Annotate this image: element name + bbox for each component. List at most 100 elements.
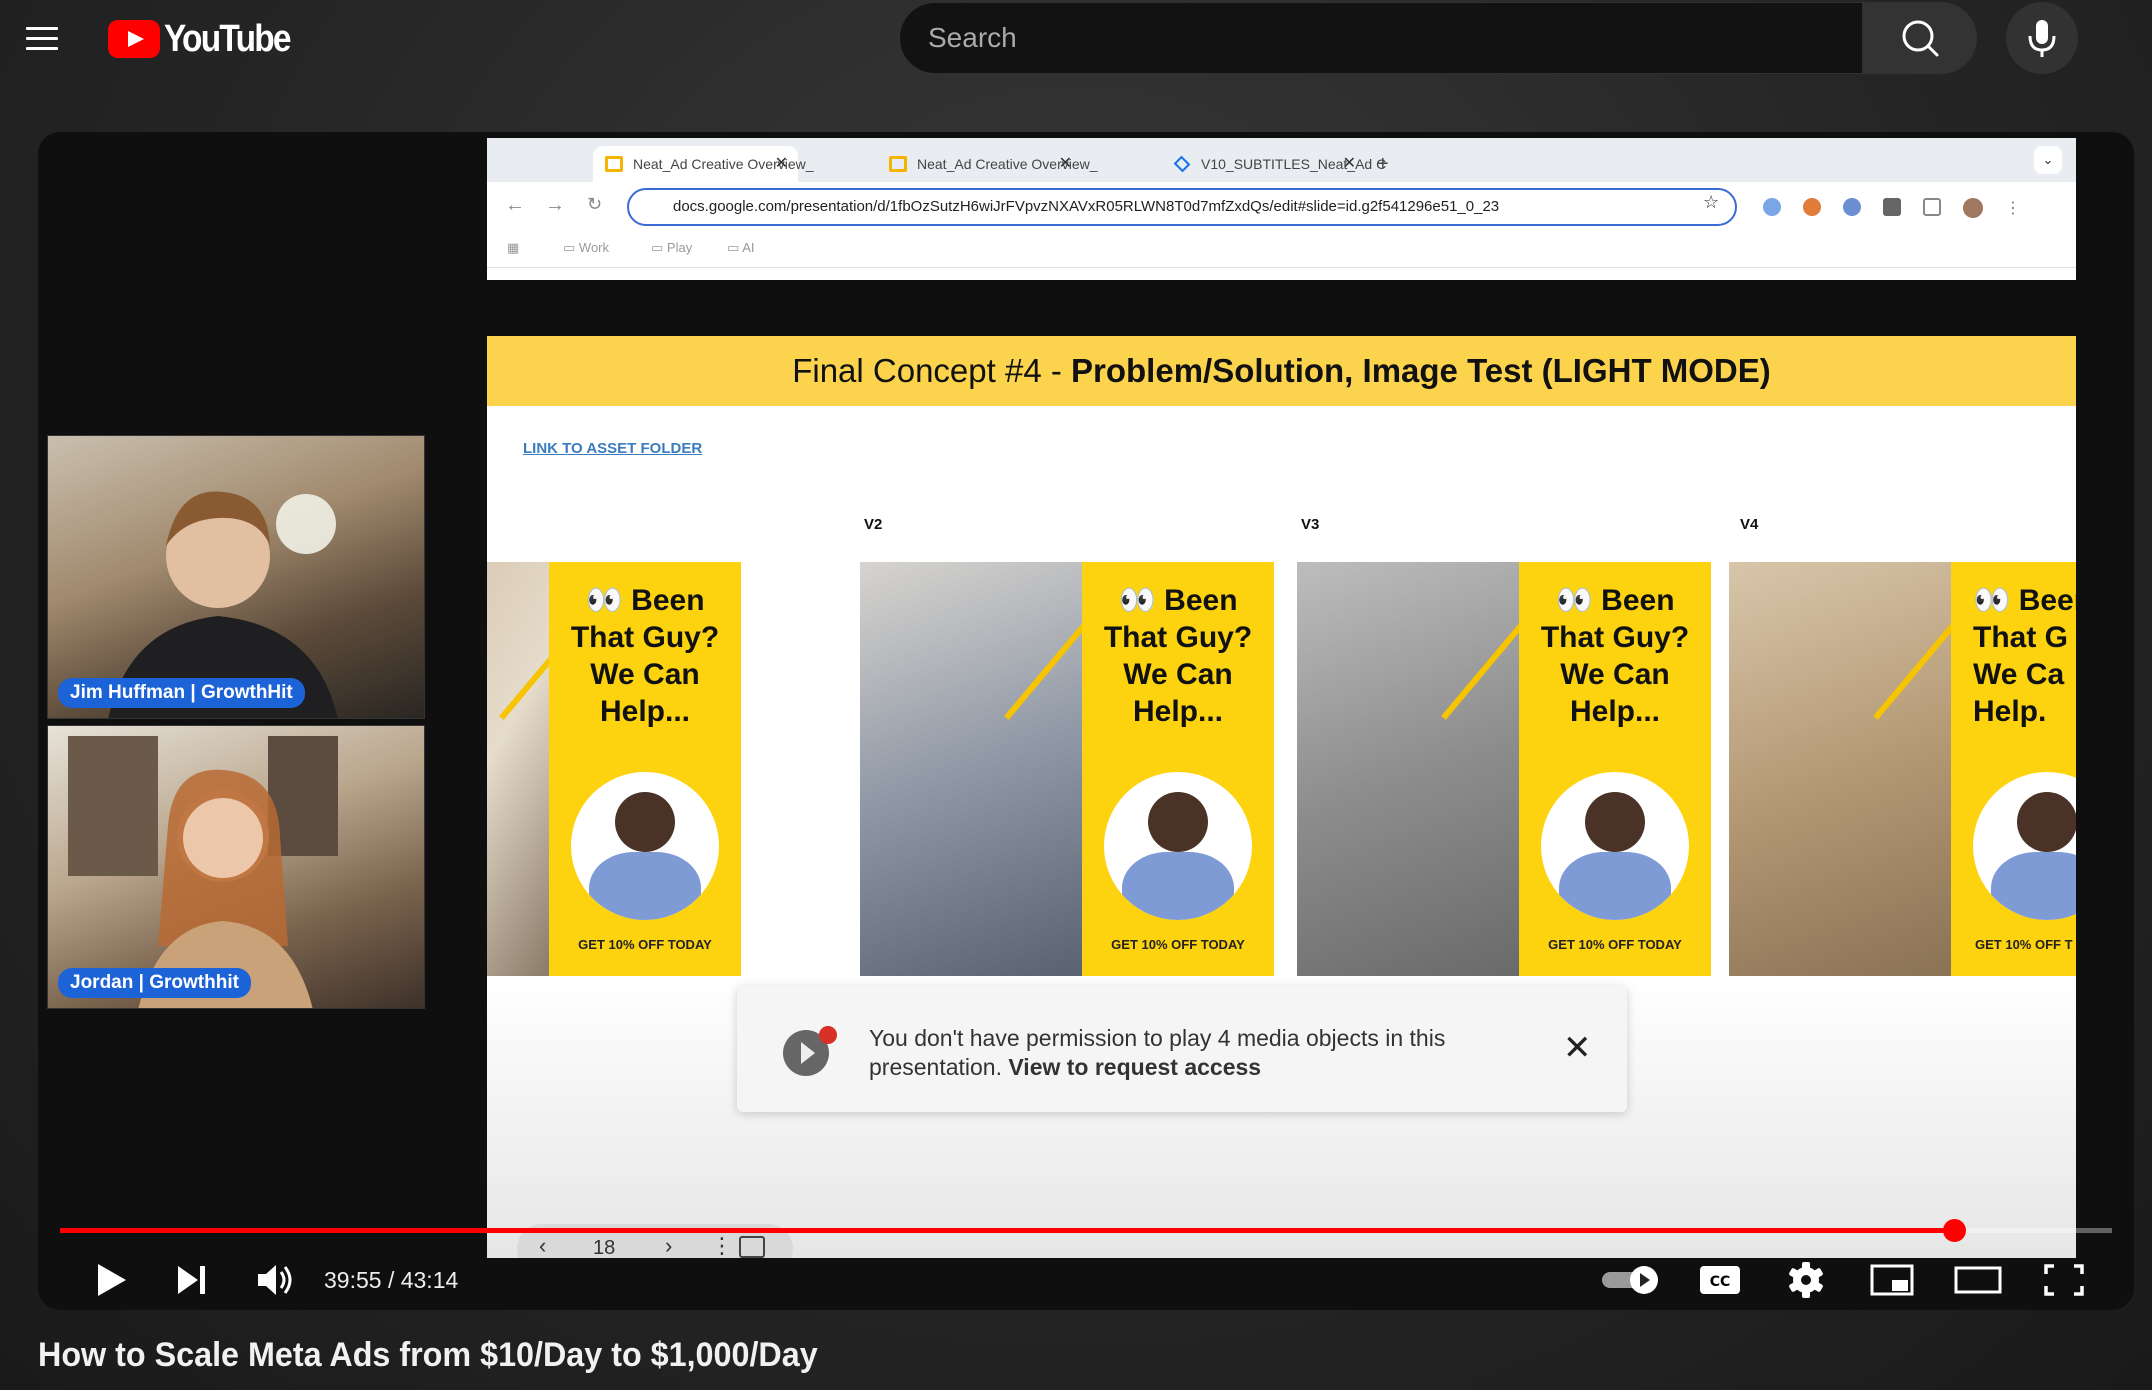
youtube-logo[interactable]: YouTube — [108, 18, 307, 60]
profile-avatar[interactable] — [1963, 198, 1983, 218]
ad-cta: GET 10% OFF TODAY — [1111, 937, 1245, 952]
reload-icon[interactable]: ↻ — [587, 194, 602, 215]
ad-headline: 👀 BeerThat GWe CaHelp. — [1951, 582, 2076, 730]
ad-cta: GET 10% OFF TODAY — [578, 937, 712, 952]
browser-toolbar: ← → ↻ docs.google.com/presentation/d/1fb… — [487, 182, 2076, 226]
bookmark-folder[interactable]: ▭ AI — [727, 240, 754, 256]
captions-button[interactable]: CC — [1690, 1252, 1750, 1308]
ad-circle-photo — [1973, 772, 2076, 920]
autoplay-toggle[interactable] — [1598, 1252, 1670, 1308]
version-label: V4 — [1740, 516, 1759, 533]
address-bar[interactable]: docs.google.com/presentation/d/1fbOzSutz… — [627, 188, 1737, 226]
ad-copy-line: Been — [631, 584, 705, 617]
extension-icon[interactable] — [1843, 198, 1861, 216]
ad-copy-line: Been — [1164, 584, 1238, 617]
puzzle-icon[interactable] — [1923, 198, 1941, 216]
ad-copy-line: Help... — [1569, 695, 1660, 728]
close-icon[interactable]: ✕ — [1563, 1028, 1592, 1068]
ad-copy-line: Help... — [599, 695, 690, 728]
more-vert-icon[interactable]: ⋮ — [2005, 198, 2021, 217]
ad-copy-line: We Can — [590, 658, 700, 691]
bookmark-label: Work — [578, 240, 610, 255]
permission-message: You don't have permission to play 4 medi… — [869, 1024, 1499, 1082]
search-input[interactable] — [900, 3, 1862, 73]
ad-copy-line: Beer — [2018, 584, 2076, 617]
masthead: YouTube — [0, 0, 2152, 78]
bookmark-folder[interactable]: ▭ Play — [651, 240, 692, 256]
theater-icon — [1954, 1266, 2002, 1294]
ad-copy-line: That Guy? — [570, 621, 720, 654]
slide-title-bold: Problem/Solution, Image Test (LIGHT MODE… — [1071, 352, 1771, 389]
ad-creative: 👀 Been That Guy? We Can Help... GET 10% OFF… — [860, 562, 1274, 976]
fullscreen-button[interactable] — [2034, 1252, 2094, 1308]
scrubber-handle[interactable] — [1942, 1219, 1966, 1242]
autoplay-icon — [1602, 1266, 1658, 1294]
webcam-tile: Jim Huffman | GrowthHit — [47, 435, 425, 719]
browser-tab-bar: Neat_Ad Creative Overview_ ✕ Neat_Ad Cre… — [487, 138, 2076, 182]
slide-title: Final Concept #4 - Problem/Solution, Ima… — [487, 336, 2076, 406]
apps-icon[interactable]: ▦ — [507, 240, 519, 256]
ad-panel: 👀 Been That Guy? We Can Help... GET 10% OFF… — [1082, 562, 1274, 976]
extension-icon[interactable] — [1763, 198, 1781, 216]
play-button[interactable] — [82, 1252, 138, 1308]
tab-label: V10_SUBTITLES_Neat_Ad C — [1201, 156, 1387, 172]
request-access-link[interactable]: View to request access — [1008, 1054, 1261, 1080]
miniplayer-button[interactable] — [1862, 1252, 1922, 1308]
url-text: docs.google.com/presentation/d/1fbOzSutz… — [673, 198, 1500, 215]
settings-button[interactable] — [1776, 1252, 1836, 1308]
theater-mode-button[interactable] — [1948, 1252, 2008, 1308]
next-button[interactable] — [164, 1252, 220, 1308]
ad-panel: 👀 Been That Guy? We Can Help... GET 10% OFF… — [549, 562, 741, 976]
close-tab-icon[interactable]: ✕ — [1343, 146, 1356, 182]
ad-cta: GET 10% OFF TODAY — [1548, 937, 1682, 952]
bookmark-star-icon[interactable]: ☆ — [1703, 192, 1719, 213]
ad-copy-line: We Can — [1123, 658, 1233, 691]
video-player[interactable]: Jim Huffman | GrowthHit Jordan | Growthh… — [38, 132, 2134, 1310]
ad-copy-line: Been — [1601, 584, 1675, 617]
asset-folder-link[interactable]: LINK TO ASSET FOLDER — [523, 440, 702, 457]
ad-copy-line: Help. — [1973, 695, 2047, 728]
close-tab-icon[interactable]: ✕ — [1059, 146, 1072, 182]
webcam-name-label: Jordan | Growthhit — [58, 968, 251, 998]
presentation-slide: Final Concept #4 - Problem/Solution, Ima… — [487, 336, 2076, 1258]
drive-icon — [1173, 155, 1191, 173]
volume-icon — [258, 1265, 292, 1295]
ad-copy-line: That Guy? — [1540, 621, 1690, 654]
voice-search-button[interactable] — [2006, 2, 2078, 74]
search-field[interactable] — [899, 2, 1863, 74]
forward-icon[interactable]: → — [545, 194, 565, 217]
slide-title-prefix: Final Concept #4 - — [792, 352, 1072, 389]
search-icon — [1902, 20, 1939, 57]
bookmark-folder[interactable]: ▭ Work — [563, 240, 609, 256]
ad-headline: 👀 Been That Guy? We Can Help... — [1540, 584, 1690, 728]
browser-tab[interactable]: V10_SUBTITLES_Neat_Ad C ✕ — [1161, 146, 1386, 182]
progress-bar[interactable] — [60, 1218, 2112, 1242]
ad-copy-line: That G — [1973, 621, 2068, 654]
back-icon[interactable]: ← — [505, 194, 525, 217]
slides-icon — [889, 156, 907, 172]
ad-creative: 👀 Been That Guy? We Can Help... GET 10% OFF… — [487, 562, 741, 976]
ad-copy-line: Help... — [1132, 695, 1223, 728]
logo-text: YouTube — [164, 17, 292, 60]
ad-headline: 👀 Been That Guy? We Can Help... — [570, 584, 720, 728]
extension-icon[interactable] — [1803, 198, 1821, 216]
ad-photo — [1729, 562, 1951, 976]
mute-button[interactable] — [248, 1252, 304, 1308]
search-button[interactable] — [1863, 2, 1977, 74]
ad-creative: 👀 Been That Guy? We Can Help... GET 10% OFF… — [1297, 562, 1711, 976]
ad-creative: 👀 BeerThat GWe CaHelp. GET 10% OFF T — [1729, 562, 2076, 976]
ad-photo — [487, 562, 549, 976]
tab-search-button[interactable]: ⌄ — [2034, 146, 2062, 174]
extension-icon[interactable] — [1883, 198, 1901, 216]
browser-tab[interactable]: Neat_Ad Creative Overview_ ✕ — [593, 146, 814, 182]
gear-icon — [1789, 1262, 1823, 1298]
close-tab-icon[interactable]: ✕ — [775, 146, 788, 182]
browser-tab[interactable]: Neat_Ad Creative Overview_ ✕ — [877, 146, 1098, 182]
menu-icon[interactable] — [24, 22, 60, 56]
new-tab-button[interactable]: + — [1367, 146, 1397, 182]
time-display: 39:55 / 43:14 — [324, 1267, 459, 1293]
slides-icon — [605, 156, 623, 172]
ad-cta: GET 10% OFF T — [1975, 937, 2073, 952]
miniplayer-icon — [1870, 1264, 1914, 1296]
fullscreen-icon — [2044, 1264, 2084, 1296]
